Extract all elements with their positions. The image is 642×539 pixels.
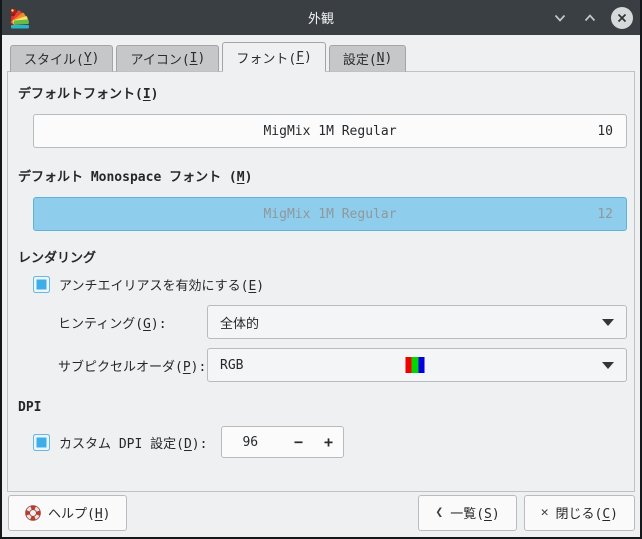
x-icon: ✕	[540, 505, 549, 520]
overview-button[interactable]: ❮ 一覧(S)	[418, 494, 517, 531]
dpi-value[interactable]: 96	[222, 435, 283, 450]
antialias-row: アンチエイリアスを有効にする(E)	[33, 275, 627, 294]
close-button[interactable]: ✕ 閉じる(C)	[523, 494, 635, 531]
tab-style[interactable]: スタイル(Y)	[10, 45, 114, 72]
hinting-row: ヒンティング(G): 全体的	[58, 305, 627, 339]
custom-dpi-checkbox[interactable]	[33, 433, 50, 451]
dpi-decrement-button[interactable]: −	[283, 433, 313, 451]
dpi-increment-button[interactable]: +	[313, 433, 343, 451]
window-close-button[interactable]	[611, 6, 633, 29]
close-label: 閉じる(C)	[555, 507, 618, 522]
tab-settings[interactable]: 設定(N)	[328, 45, 407, 72]
dpi-spinbox: 96 − +	[221, 426, 345, 458]
tab-icons[interactable]: アイコン(I)	[116, 45, 220, 72]
hinting-label: ヒンティング(G):	[58, 316, 167, 332]
minimize-button[interactable]	[551, 9, 568, 26]
rgb-subpixel-icon	[405, 357, 425, 373]
subpixel-row: サブピクセルオーダ(P): RGB	[58, 348, 627, 382]
fonts-panel: デフォルトフォント(I) MigMix 1M Regular 10 デフォルト …	[7, 71, 635, 492]
dropdown-arrow-icon	[602, 362, 614, 369]
window-title: 外観	[307, 12, 334, 27]
dialog-button-box: ヘルプ(H) ❮ 一覧(S) ✕ 閉じる(C)	[2, 492, 640, 537]
monospace-font-button[interactable]: MigMix 1M Regular 12	[33, 197, 627, 231]
chevron-left-icon: ❮	[435, 505, 444, 520]
hinting-value: 全体的	[220, 316, 260, 332]
tab-fonts[interactable]: フォント(F)	[222, 42, 326, 72]
default-font-name: MigMix 1M Regular	[263, 123, 397, 139]
default-font-size: 10	[597, 123, 613, 139]
maximize-button[interactable]	[581, 9, 598, 26]
monospace-font-name: MigMix 1M Regular	[263, 206, 397, 222]
antialias-checkbox[interactable]	[33, 276, 50, 293]
lifebuoy-icon	[25, 504, 41, 521]
overview-label: 一覧(S)	[450, 507, 500, 522]
custom-dpi-row: カスタム DPI 設定(D): 96 − +	[33, 426, 627, 458]
antialias-label: アンチエイリアスを有効にする(E)	[59, 279, 265, 294]
tabbar: スタイル(Y) アイコン(I) フォント(F) 設定(N)	[2, 42, 640, 72]
custom-dpi-label: カスタム DPI 設定(D):	[59, 436, 208, 452]
titlebar[interactable]: 外観	[2, 0, 640, 35]
default-font-label: デフォルトフォント(I)	[18, 87, 159, 102]
help-button[interactable]: ヘルプ(H)	[8, 494, 128, 531]
subpixel-label: サブピクセルオーダ(P):	[58, 359, 207, 375]
close-icon	[617, 13, 627, 22]
chevron-down-icon	[554, 14, 565, 22]
dpi-heading: DPI	[18, 400, 42, 415]
appearance-palette-icon	[8, 5, 33, 30]
hinting-combobox[interactable]: 全体的	[207, 305, 627, 339]
subpixel-combobox[interactable]: RGB	[207, 348, 627, 382]
monospace-font-label: デフォルト Monospace フォント (M)	[18, 170, 253, 185]
dropdown-arrow-icon	[602, 319, 614, 326]
chevron-up-icon	[584, 13, 595, 21]
help-label: ヘルプ(H)	[48, 507, 111, 522]
appearance-window: 外観 スタイル(Y) アイコン(I) フォント(F) 設定(N) デ…	[0, 0, 642, 539]
rendering-heading: レンダリング	[18, 251, 97, 266]
subpixel-value: RGB	[220, 357, 244, 373]
monospace-font-size: 12	[597, 206, 613, 222]
default-font-button[interactable]: MigMix 1M Regular 10	[33, 114, 627, 148]
